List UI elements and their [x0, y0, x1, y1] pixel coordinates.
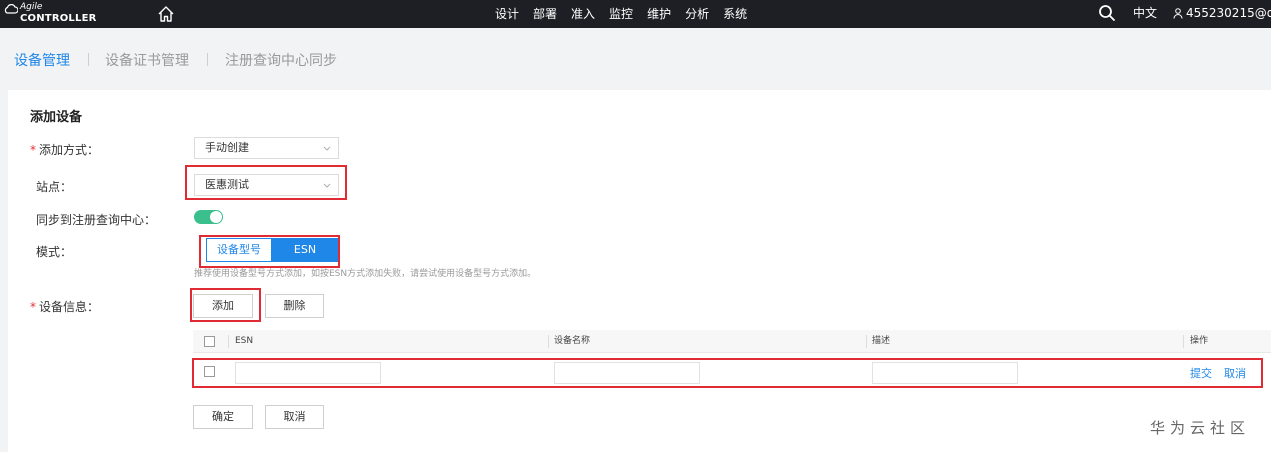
- highlight-site: [185, 165, 347, 200]
- nav-design[interactable]: 设计: [495, 0, 519, 28]
- nav-analyze[interactable]: 分析: [685, 0, 709, 28]
- header-divider: [228, 335, 229, 348]
- site-label: 站点：: [36, 180, 73, 194]
- main-nav: 设计 部署 准入 监控 维护 分析 系统: [495, 0, 761, 28]
- mode-label: 模式：: [36, 245, 73, 259]
- search-icon[interactable]: [1098, 4, 1116, 22]
- header-divider: [866, 335, 867, 348]
- nav-maintain[interactable]: 维护: [647, 0, 671, 28]
- sub-tab-bar: 设备管理 设备证书管理 注册查询中心同步: [0, 28, 1271, 90]
- toggle-knob: [210, 211, 222, 223]
- select-all-checkbox[interactable]: [204, 336, 215, 347]
- header-description: 描述: [872, 336, 891, 346]
- tab-registry-sync[interactable]: 注册查询中心同步: [225, 50, 337, 70]
- required-mark: *: [30, 300, 36, 314]
- add-device-panel: 添加设备 * 添加方式： 手动创建 站点： 医惠测试 同步到注册查询中心： 模式：…: [8, 90, 1271, 452]
- add-method-label-text: 添加方式：: [39, 143, 100, 157]
- chevron-down-icon: [323, 146, 331, 151]
- agile-controller-logo[interactable]: Agile CONTROLLER: [2, 1, 96, 27]
- nav-deploy[interactable]: 部署: [533, 0, 557, 28]
- top-navigation-bar: Agile CONTROLLER 设计 部署 准入 监控 维护 分析 系统 中文…: [0, 0, 1271, 28]
- nav-system[interactable]: 系统: [723, 0, 747, 28]
- delete-button[interactable]: 删除: [265, 294, 324, 318]
- cloud-logo-icon: [4, 4, 18, 14]
- confirm-button[interactable]: 确定: [193, 405, 253, 429]
- page-title: 添加设备: [30, 110, 83, 125]
- device-info-label-text: 设备信息：: [39, 300, 100, 314]
- highlight-mode: [199, 235, 340, 268]
- device-info-label: * 设备信息：: [30, 298, 99, 315]
- nav-monitor[interactable]: 监控: [609, 0, 633, 28]
- header-divider: [548, 335, 549, 348]
- mode-hint: 推荐使用设备型号方式添加，如按ESN方式添加失败，请尝试使用设备型号方式添加。: [194, 269, 537, 279]
- tab-device-management[interactable]: 设备管理: [14, 50, 70, 70]
- add-method-label: * 添加方式：: [30, 141, 99, 158]
- home-icon[interactable]: [156, 4, 176, 24]
- sync-toggle[interactable]: [194, 210, 223, 224]
- add-method-value: 手动创建: [205, 141, 249, 154]
- cancel-button[interactable]: 取消: [265, 405, 324, 429]
- logo-text-top: Agile: [20, 2, 43, 12]
- tab-divider: [88, 53, 89, 66]
- header-device-name: 设备名称: [554, 336, 591, 346]
- add-method-select[interactable]: 手动创建: [194, 137, 339, 159]
- tab-device-certificate[interactable]: 设备证书管理: [105, 50, 189, 70]
- required-mark: *: [30, 143, 36, 157]
- header-actions: 操作: [1190, 336, 1209, 346]
- user-account[interactable]: 455230215@qq: [1186, 0, 1271, 26]
- tab-divider: [207, 53, 208, 66]
- highlight-table-row: [192, 358, 1263, 388]
- user-icon: [1173, 8, 1183, 19]
- nav-access[interactable]: 准入: [571, 0, 595, 28]
- language-switch[interactable]: 中文: [1133, 0, 1157, 26]
- table-header: ESN 设备名称 描述 操作: [193, 330, 1271, 353]
- header-divider: [1183, 335, 1184, 348]
- logo-text-bottom: CONTROLLER: [20, 13, 97, 24]
- header-esn: ESN: [235, 336, 254, 346]
- watermark: 华为云社区: [1150, 419, 1251, 437]
- highlight-add-button: [190, 288, 261, 322]
- sync-label: 同步到注册查询中心：: [36, 213, 157, 227]
